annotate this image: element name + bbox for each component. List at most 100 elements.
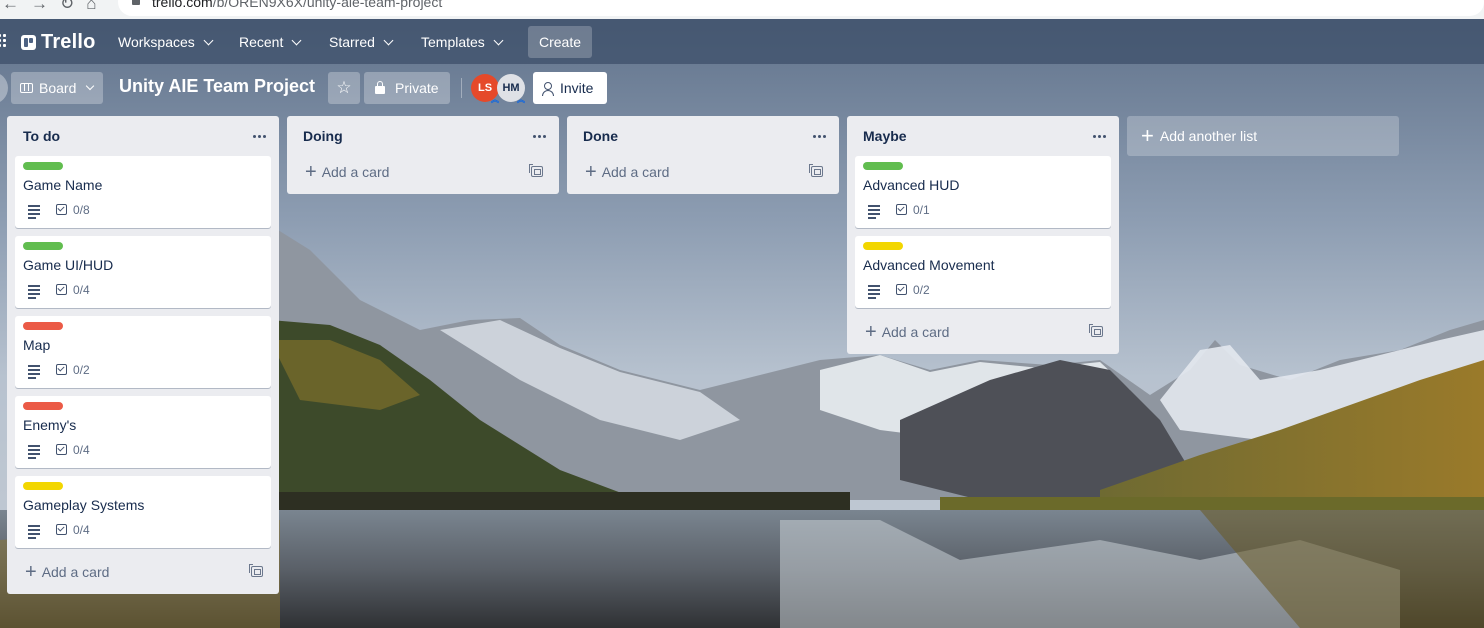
visibility-button[interactable]: Private bbox=[364, 72, 450, 104]
add-card-button[interactable]: + Add a card bbox=[295, 158, 389, 186]
chevron-down-icon bbox=[493, 35, 504, 45]
board-view-switcher[interactable]: Board bbox=[11, 72, 103, 104]
nav-templates[interactable]: Templates bbox=[421, 27, 504, 57]
more-icon[interactable] bbox=[1087, 124, 1111, 148]
plus-icon: + bbox=[865, 321, 877, 343]
nav-recent[interactable]: Recent bbox=[239, 27, 302, 57]
trello-logo[interactable]: Trello bbox=[21, 31, 96, 54]
card-label[interactable] bbox=[863, 242, 903, 250]
admin-chevron-icon: ︽ bbox=[517, 95, 525, 104]
list-to-do: To do Game Name 0/8 Game UI/HUD 0/4 Map 0/2 Ene… bbox=[7, 116, 279, 594]
checklist-count: 0/4 bbox=[73, 523, 90, 537]
card-label[interactable] bbox=[863, 162, 903, 170]
card-title: Game UI/HUD bbox=[23, 257, 114, 273]
list-title[interactable]: Doing bbox=[303, 128, 343, 144]
card-label[interactable] bbox=[23, 162, 63, 170]
app-switcher-icon[interactable] bbox=[0, 34, 8, 48]
trello-logo-icon bbox=[21, 35, 36, 50]
checklist-icon bbox=[896, 284, 907, 295]
list-title[interactable]: Done bbox=[583, 128, 618, 144]
card-template-icon[interactable] bbox=[1089, 324, 1103, 337]
list-header[interactable]: Doing bbox=[287, 116, 559, 156]
more-icon[interactable] bbox=[807, 124, 831, 148]
list-maybe: Maybe Advanced HUD 0/1 Advanced Movement 0/2… bbox=[847, 116, 1119, 354]
checklist-icon bbox=[896, 204, 907, 215]
invite-button[interactable]: Invite bbox=[533, 72, 607, 104]
checklist-icon bbox=[56, 524, 67, 535]
checklist-icon bbox=[56, 444, 67, 455]
add-card-button[interactable]: + Add a card bbox=[15, 558, 109, 586]
avatar[interactable]: LS ︽ bbox=[471, 74, 499, 104]
lock-icon bbox=[132, 0, 140, 5]
admin-chevron-icon: ︽ bbox=[491, 95, 499, 104]
browser-url-bar: ←→↻⌂ trello.com/b/OREN9X6X/unity-aie-tea… bbox=[0, 0, 1484, 19]
card[interactable]: Gameplay Systems 0/4 bbox=[15, 476, 271, 548]
add-card-button[interactable]: + Add a card bbox=[855, 318, 949, 346]
list-title[interactable]: Maybe bbox=[863, 128, 907, 144]
plus-icon: + bbox=[585, 161, 597, 183]
list-header[interactable]: Done bbox=[567, 116, 839, 156]
list-header[interactable]: Maybe bbox=[847, 116, 1119, 156]
card[interactable]: Game Name 0/8 bbox=[15, 156, 271, 228]
card-label[interactable] bbox=[23, 322, 63, 330]
card-label[interactable] bbox=[23, 242, 63, 250]
chevron-down-icon bbox=[86, 81, 95, 91]
card-label[interactable] bbox=[23, 482, 63, 490]
card[interactable]: Map 0/2 bbox=[15, 316, 271, 388]
list-header[interactable]: To do bbox=[7, 116, 279, 156]
list-done: Done + Add a card bbox=[567, 116, 839, 194]
description-icon bbox=[28, 445, 40, 459]
chevron-down-icon bbox=[291, 35, 302, 45]
plus-icon: + bbox=[25, 561, 37, 583]
more-icon[interactable] bbox=[527, 124, 551, 148]
card-title: Advanced Movement bbox=[863, 257, 995, 273]
checklist-count: 0/4 bbox=[73, 443, 90, 457]
checklist-count: 0/8 bbox=[73, 203, 90, 217]
create-button[interactable]: Create bbox=[528, 26, 592, 58]
description-icon bbox=[28, 365, 40, 379]
description-icon bbox=[868, 285, 880, 299]
card-label[interactable] bbox=[23, 402, 63, 410]
description-icon bbox=[28, 525, 40, 539]
card-title: Gameplay Systems bbox=[23, 497, 145, 513]
add-list-button[interactable]: + Add another list bbox=[1127, 116, 1399, 156]
checklist-count: 0/4 bbox=[73, 283, 90, 297]
nav-starred[interactable]: Starred bbox=[329, 27, 394, 57]
add-card-button[interactable]: + Add a card bbox=[575, 158, 669, 186]
divider bbox=[461, 78, 462, 98]
checklist-count: 0/2 bbox=[913, 283, 930, 297]
card-title: Advanced HUD bbox=[863, 177, 960, 193]
checklist-icon bbox=[56, 364, 67, 375]
checklist-icon bbox=[56, 284, 67, 295]
card-title: Map bbox=[23, 337, 51, 353]
more-icon[interactable] bbox=[247, 124, 271, 148]
card-template-icon[interactable] bbox=[249, 564, 263, 577]
description-icon bbox=[28, 285, 40, 299]
card[interactable]: Advanced HUD 0/1 bbox=[855, 156, 1111, 228]
address-text[interactable]: trello.com/b/OREN9X6X/unity-aie-team-pro… bbox=[152, 0, 442, 10]
board-icon bbox=[20, 83, 33, 93]
lock-icon bbox=[375, 81, 385, 94]
nav-workspaces[interactable]: Workspaces bbox=[118, 27, 214, 57]
card[interactable]: Advanced Movement 0/2 bbox=[855, 236, 1111, 308]
star-icon: ☆ bbox=[336, 78, 352, 97]
board-title[interactable]: Unity AIE Team Project bbox=[119, 76, 315, 97]
card-title: Enemy's bbox=[23, 417, 77, 433]
card-template-icon[interactable] bbox=[809, 164, 823, 177]
avatar[interactable]: HM ︽ bbox=[497, 74, 525, 104]
card[interactable]: Enemy's 0/4 bbox=[15, 396, 271, 468]
chevron-down-icon bbox=[383, 35, 394, 45]
star-button[interactable]: ☆ bbox=[328, 72, 360, 104]
card-template-icon[interactable] bbox=[529, 164, 543, 177]
description-icon bbox=[868, 205, 880, 219]
app-header: Trello Workspaces Recent Starred Templat… bbox=[0, 19, 1484, 64]
card[interactable]: Game UI/HUD 0/4 bbox=[15, 236, 271, 308]
person-add-icon bbox=[542, 82, 555, 96]
plus-icon: + bbox=[1141, 123, 1154, 148]
browser-nav-icons[interactable]: ←→↻⌂ bbox=[2, 0, 109, 14]
list-title[interactable]: To do bbox=[23, 128, 60, 144]
description-icon bbox=[28, 205, 40, 219]
checklist-count: 0/1 bbox=[913, 203, 930, 217]
checklist-count: 0/2 bbox=[73, 363, 90, 377]
card-title: Game Name bbox=[23, 177, 103, 193]
